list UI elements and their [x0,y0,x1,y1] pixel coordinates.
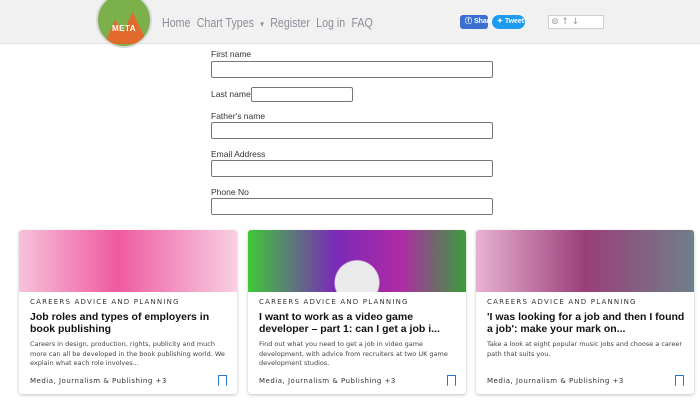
logo-text: META [111,24,137,33]
card-category[interactable]: CAREERS ADVICE AND PLANNING [487,298,637,306]
top-bar: META Home Chart Types ▾ Register Log in … [0,0,700,48]
main-nav: Home Chart Types ▾ Register Log in FAQ [162,15,376,30]
facebook-icon: ⓕ [465,18,474,25]
card-title[interactable]: Job roles and types of employers in book… [30,311,230,337]
card-description: Find out what you need to get a job in v… [259,340,448,367]
father-name-label: Father's name [211,111,266,121]
card-category[interactable]: CAREERS ADVICE AND PLANNING [259,298,409,306]
vote-widget[interactable]: ⊚ ↑ ↓ [548,15,604,29]
nav-log-in[interactable]: Log in [316,15,345,30]
site-logo[interactable]: META [96,0,152,48]
card-title[interactable]: 'I was looking for a job and then I foun… [487,311,687,337]
twitter-icon: ✦ [497,18,505,25]
facebook-share-button[interactable]: ⓕ Share [460,15,493,29]
card-tags[interactable]: Media, Journalism & Publishing +3 [487,377,624,385]
chevron-down-icon[interactable]: ▾ [260,19,264,29]
nav-chart-types[interactable]: Chart Types [197,15,254,30]
last-name-label: Last name [211,89,251,99]
nav-faq[interactable]: FAQ [351,15,372,30]
article-card[interactable]: CAREERS ADVICE AND PLANNING 'I was looki… [476,230,694,394]
last-name-field[interactable] [251,87,353,102]
first-name-label: First name [211,49,252,59]
twitter-tweet-button[interactable]: ✦ Tweet [492,15,525,29]
article-card[interactable]: CAREERS ADVICE AND PLANNING I want to wo… [248,230,466,394]
card-description: Take a look at eight popular music jobs … [487,340,683,358]
email-label: Email Address [211,149,266,159]
phone-field[interactable] [211,198,493,215]
article-image[interactable] [19,230,237,292]
bookmark-icon[interactable] [675,375,684,386]
first-name-field[interactable] [211,61,493,78]
card-description: Careers in design, production, rights, p… [30,340,225,367]
article-image[interactable] [248,230,466,292]
bookmark-icon[interactable] [447,375,456,386]
card-tags[interactable]: Media, Journalism & Publishing +3 [30,377,167,385]
card-title[interactable]: I want to work as a video game developer… [259,311,459,337]
email-field[interactable] [211,160,493,177]
father-name-field[interactable] [211,122,493,139]
nav-register[interactable]: Register [270,15,310,30]
nav-home[interactable]: Home [162,15,190,30]
phone-label: Phone No [211,187,249,197]
bookmark-icon[interactable] [218,375,227,386]
article-card[interactable]: CAREERS ADVICE AND PLANNING Job roles an… [19,230,237,394]
card-category[interactable]: CAREERS ADVICE AND PLANNING [30,298,180,306]
article-image[interactable] [476,230,694,292]
card-tags[interactable]: Media, Journalism & Publishing +3 [259,377,396,385]
